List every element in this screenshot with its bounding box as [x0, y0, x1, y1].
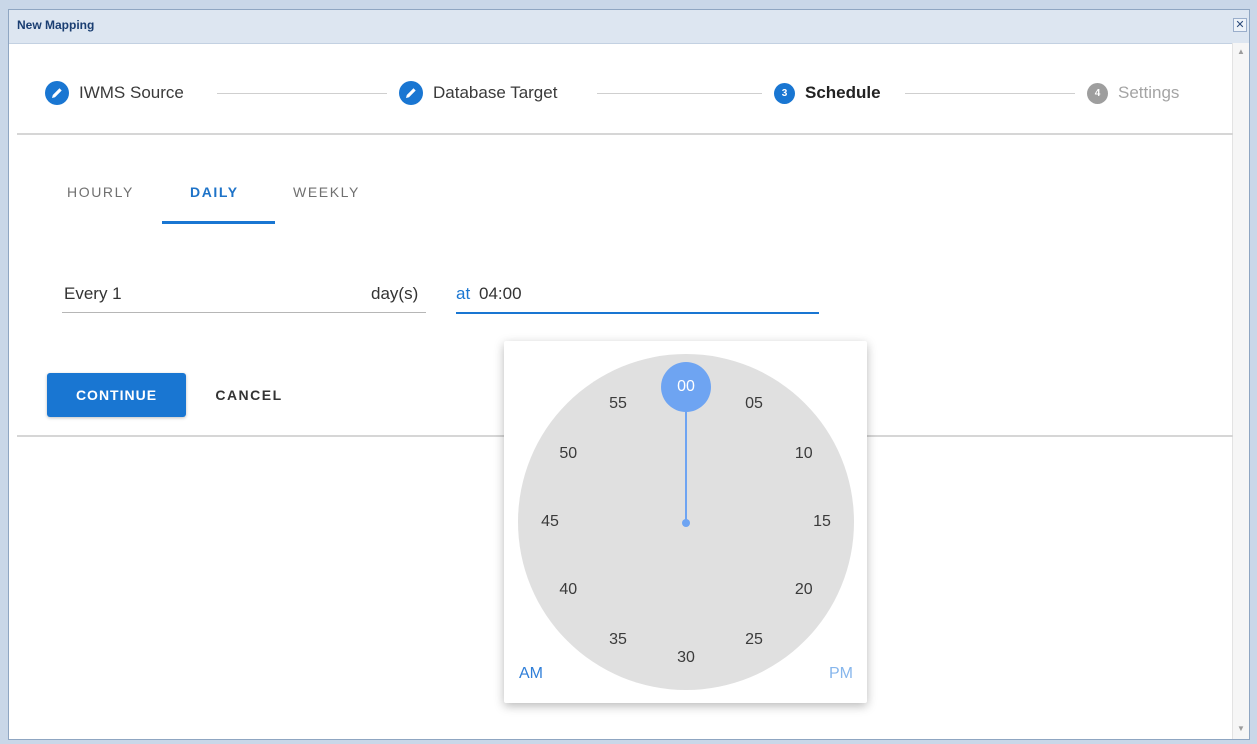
- clock-number-00[interactable]: 00: [661, 362, 711, 412]
- step-label: Database Target: [433, 83, 558, 102]
- pencil-icon: [45, 81, 69, 105]
- pm-toggle[interactable]: PM: [829, 665, 853, 683]
- step-label: Settings: [1118, 83, 1180, 102]
- every-unit-suffix: day(s): [371, 284, 419, 303]
- time-input-value[interactable]: 04:00: [479, 284, 522, 304]
- clock-number-30[interactable]: 30: [668, 640, 704, 676]
- time-field-underline: [456, 312, 819, 314]
- clock-number-45[interactable]: 45: [532, 504, 568, 540]
- clock-number-50[interactable]: 50: [550, 436, 586, 472]
- step-number-badge: 4: [1087, 82, 1108, 104]
- vertical-scrollbar[interactable]: ▲ ▼: [1232, 43, 1249, 739]
- close-button[interactable]: ✕: [1233, 18, 1247, 32]
- time-picker-popup: 00 05 10 15 20 25 30 35 40 45 50 55 AM PM: [504, 341, 867, 703]
- clock-center-dot: [682, 519, 690, 527]
- every-field-underline: [62, 312, 426, 313]
- clock-number-05[interactable]: 05: [736, 386, 772, 422]
- continue-button[interactable]: CONTINUE: [47, 373, 186, 417]
- step-iwms-source[interactable]: IWMS Source: [45, 80, 184, 106]
- clock-number-25[interactable]: 25: [736, 622, 772, 658]
- tab-daily[interactable]: DAILY: [190, 184, 239, 200]
- dialog-titlebar: New Mapping ✕: [9, 10, 1249, 44]
- step-label: Schedule: [805, 83, 881, 102]
- am-toggle[interactable]: AM: [519, 665, 543, 683]
- clock-number-35[interactable]: 35: [600, 622, 636, 658]
- time-prefix: at: [456, 284, 471, 303]
- scroll-down-icon[interactable]: ▼: [1237, 724, 1245, 733]
- stepper: IWMS Source Database Target 3 Schedule 4…: [9, 43, 1233, 135]
- step-label: IWMS Source: [79, 83, 184, 102]
- clock-number-10[interactable]: 10: [786, 436, 822, 472]
- clock-number-15[interactable]: 15: [804, 504, 840, 540]
- pencil-icon: [399, 81, 423, 105]
- step-database-target[interactable]: Database Target: [399, 80, 557, 106]
- step-connector: [597, 93, 762, 94]
- step-schedule[interactable]: 3 Schedule: [774, 80, 881, 106]
- clock-number-55[interactable]: 55: [600, 386, 636, 422]
- stepper-divider: [17, 133, 1233, 135]
- active-tab-indicator: [162, 221, 275, 224]
- cancel-button[interactable]: CANCEL: [199, 373, 299, 417]
- clock-number-40[interactable]: 40: [550, 572, 586, 608]
- new-mapping-dialog: New Mapping ✕ ▲ ▼ IWMS Source Database T…: [8, 9, 1250, 740]
- step-connector: [905, 93, 1075, 94]
- step-connector: [217, 93, 387, 94]
- tab-hourly[interactable]: HOURLY: [67, 184, 134, 200]
- scroll-up-icon[interactable]: ▲: [1237, 47, 1245, 56]
- step-settings: 4 Settings: [1087, 80, 1179, 106]
- clock-face[interactable]: 00 05 10 15 20 25 30 35 40 45 50 55: [518, 354, 854, 690]
- dialog-title: New Mapping: [17, 18, 95, 32]
- every-input-value[interactable]: Every 1: [64, 284, 122, 304]
- clock-number-20[interactable]: 20: [786, 572, 822, 608]
- tab-weekly[interactable]: WEEKLY: [293, 184, 360, 200]
- step-number-badge: 3: [774, 82, 795, 104]
